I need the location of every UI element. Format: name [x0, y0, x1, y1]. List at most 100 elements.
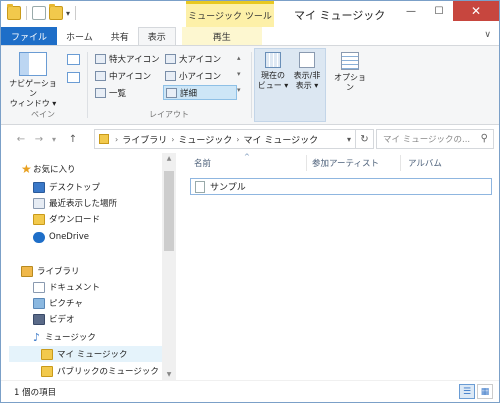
new-folder-icon[interactable]	[49, 4, 63, 20]
options-label: オプション	[334, 73, 366, 92]
search-icon: ⚲	[480, 133, 488, 144]
nav-downloads[interactable]: ダウンロード	[33, 211, 100, 227]
up-button[interactable]: ↑	[65, 131, 81, 147]
column-separator[interactable]	[306, 155, 307, 171]
folder-icon	[41, 348, 53, 360]
show-hide-button[interactable]: 表示/非 表示 ▾	[289, 52, 325, 91]
breadcrumb-my-music[interactable]: マイ ミュージック	[243, 133, 318, 146]
navigation-pane-button[interactable]: ナビゲーション ウィンドウ ▾	[7, 52, 59, 109]
window-controls: — ☐ ✕	[397, 1, 499, 21]
scroll-down-icon[interactable]: ▼	[162, 371, 176, 378]
nav-label: ライブラリ	[37, 267, 80, 277]
ribbon-tabs: ファイル ホーム 共有 表示 再生	[1, 27, 499, 45]
breadcrumb-music[interactable]: ミュージック	[178, 133, 232, 146]
column-name[interactable]: 名前	[194, 157, 211, 169]
file-list: サンプル	[186, 175, 499, 380]
current-view-label: 現在の ビュー ▾	[257, 71, 289, 90]
nav-public-music[interactable]: パブリックのミュージック	[41, 363, 159, 379]
small-icons-icon	[165, 70, 176, 81]
forward-button[interactable]: →	[31, 131, 47, 147]
nav-onedrive[interactable]: OneDrive	[33, 229, 89, 245]
layout-large-icons[interactable]: 大アイコン	[165, 52, 221, 65]
onedrive-icon	[33, 231, 45, 243]
nav-label: ダウンロード	[49, 215, 101, 225]
ribbon-collapse-icon[interactable]: ∨	[484, 30, 491, 40]
layout-scroll-up-icon[interactable]: ▴	[237, 54, 241, 63]
breadcrumb-separator[interactable]: ›	[236, 135, 239, 144]
address-bar[interactable]: › ライブラリ › ミュージック › マイ ミュージック ▾	[94, 129, 356, 149]
close-button[interactable]: ✕	[453, 1, 499, 21]
layout-small-icons[interactable]: 小アイコン	[165, 69, 221, 82]
folder-icon[interactable]	[7, 4, 21, 20]
nav-label: 最近表示した場所	[49, 199, 118, 209]
nav-desktop[interactable]: デスクトップ	[33, 179, 100, 195]
nav-my-music[interactable]: マイ ミュージック	[9, 346, 162, 362]
recent-locations-button[interactable]: ▾	[49, 131, 59, 147]
quick-access-dropdown-icon[interactable]: ▾	[66, 9, 70, 18]
tab-file[interactable]: ファイル	[1, 27, 58, 45]
navigation-pane: ★ お気に入り デスクトップ 最近表示した場所 ダウンロード OneDrive …	[1, 153, 176, 380]
file-name: サンプル	[210, 183, 246, 193]
navigation-pane-label: ナビゲーション ウィンドウ ▾	[9, 79, 57, 108]
breadcrumb-separator[interactable]: ›	[115, 135, 118, 144]
layout-extra-large-icons[interactable]: 特大アイコン	[95, 52, 160, 65]
layout-option-label: 中アイコン	[109, 71, 152, 82]
layout-details[interactable]: 詳細	[163, 85, 237, 100]
layout-group: 特大アイコン 大アイコン 中アイコン 小アイコン 一覧 詳細 ▴ ▾ ▾ レイア…	[91, 48, 247, 122]
options-button[interactable]: オプション	[331, 52, 369, 93]
nav-videos[interactable]: ビデオ	[33, 311, 75, 327]
scroll-up-icon[interactable]: ▲	[162, 155, 176, 162]
nav-documents[interactable]: ドキュメント	[33, 279, 100, 295]
layout-option-label: 大アイコン	[179, 54, 222, 65]
nav-music[interactable]: ♪ ミュージック	[33, 329, 96, 345]
breadcrumb-libraries[interactable]: ライブラリ	[122, 133, 167, 146]
libraries-icon	[21, 265, 33, 277]
details-icon	[166, 87, 177, 98]
layout-scroll-down-icon[interactable]: ▾	[237, 70, 241, 79]
nav-label: OneDrive	[49, 232, 89, 242]
preview-pane-icon[interactable]	[67, 54, 80, 65]
column-album[interactable]: アルバム	[408, 157, 442, 169]
tab-share[interactable]: 共有	[102, 27, 138, 45]
nav-label: ビデオ	[49, 315, 75, 325]
title-bar: ▾ ミュージック ツール マイ ミュージック — ☐ ✕	[1, 1, 499, 27]
medium-icons-icon	[95, 70, 106, 81]
list-item[interactable]: サンプル	[190, 178, 492, 195]
refresh-button[interactable]: ↻	[356, 129, 374, 149]
documents-icon	[33, 281, 45, 293]
back-button[interactable]: ←	[13, 131, 29, 147]
layout-more-icon[interactable]: ▾	[237, 86, 241, 95]
layout-list[interactable]: 一覧	[95, 86, 126, 99]
details-view-button[interactable]: ☰	[459, 384, 475, 399]
search-input[interactable]: マイ ミュージックの... ⚲	[376, 129, 494, 149]
file-icon	[195, 180, 205, 193]
address-dropdown-icon[interactable]: ▾	[347, 135, 351, 144]
nav-libraries[interactable]: ライブラリ	[21, 263, 80, 279]
large-icons-view-button[interactable]: ▦	[477, 384, 493, 399]
toolbar-separator	[26, 6, 27, 20]
maximize-button[interactable]: ☐	[425, 1, 453, 21]
column-separator[interactable]	[400, 155, 401, 171]
nav-label: ピクチャ	[49, 299, 83, 309]
properties-icon[interactable]	[32, 6, 46, 20]
nav-recent-places[interactable]: 最近表示した場所	[33, 195, 117, 211]
nav-favorites[interactable]: ★ お気に入り	[21, 161, 76, 177]
column-artist[interactable]: 参加アーティスト	[312, 157, 379, 169]
layout-medium-icons[interactable]: 中アイコン	[95, 69, 151, 82]
show-hide-label: 表示/非 表示 ▾	[293, 71, 321, 90]
folder-icon	[41, 365, 53, 377]
minimize-button[interactable]: —	[397, 1, 425, 21]
current-view-button[interactable]: 現在の ビュー ▾	[255, 52, 291, 91]
nav-scrollbar-thumb[interactable]	[164, 171, 174, 251]
current-view-icon	[265, 52, 281, 68]
nav-label: ドキュメント	[49, 283, 101, 293]
tab-home[interactable]: ホーム	[57, 27, 102, 45]
tab-view[interactable]: 表示	[137, 27, 176, 45]
details-pane-icon[interactable]	[67, 72, 80, 83]
nav-pictures[interactable]: ピクチャ	[33, 295, 83, 311]
nav-label: デスクトップ	[49, 183, 101, 193]
tab-play[interactable]: 再生	[181, 27, 262, 45]
context-tab-group-label: ミュージック ツール	[186, 1, 274, 27]
breadcrumb-separator[interactable]: ›	[171, 135, 174, 144]
quick-access-toolbar: ▾	[7, 4, 78, 20]
